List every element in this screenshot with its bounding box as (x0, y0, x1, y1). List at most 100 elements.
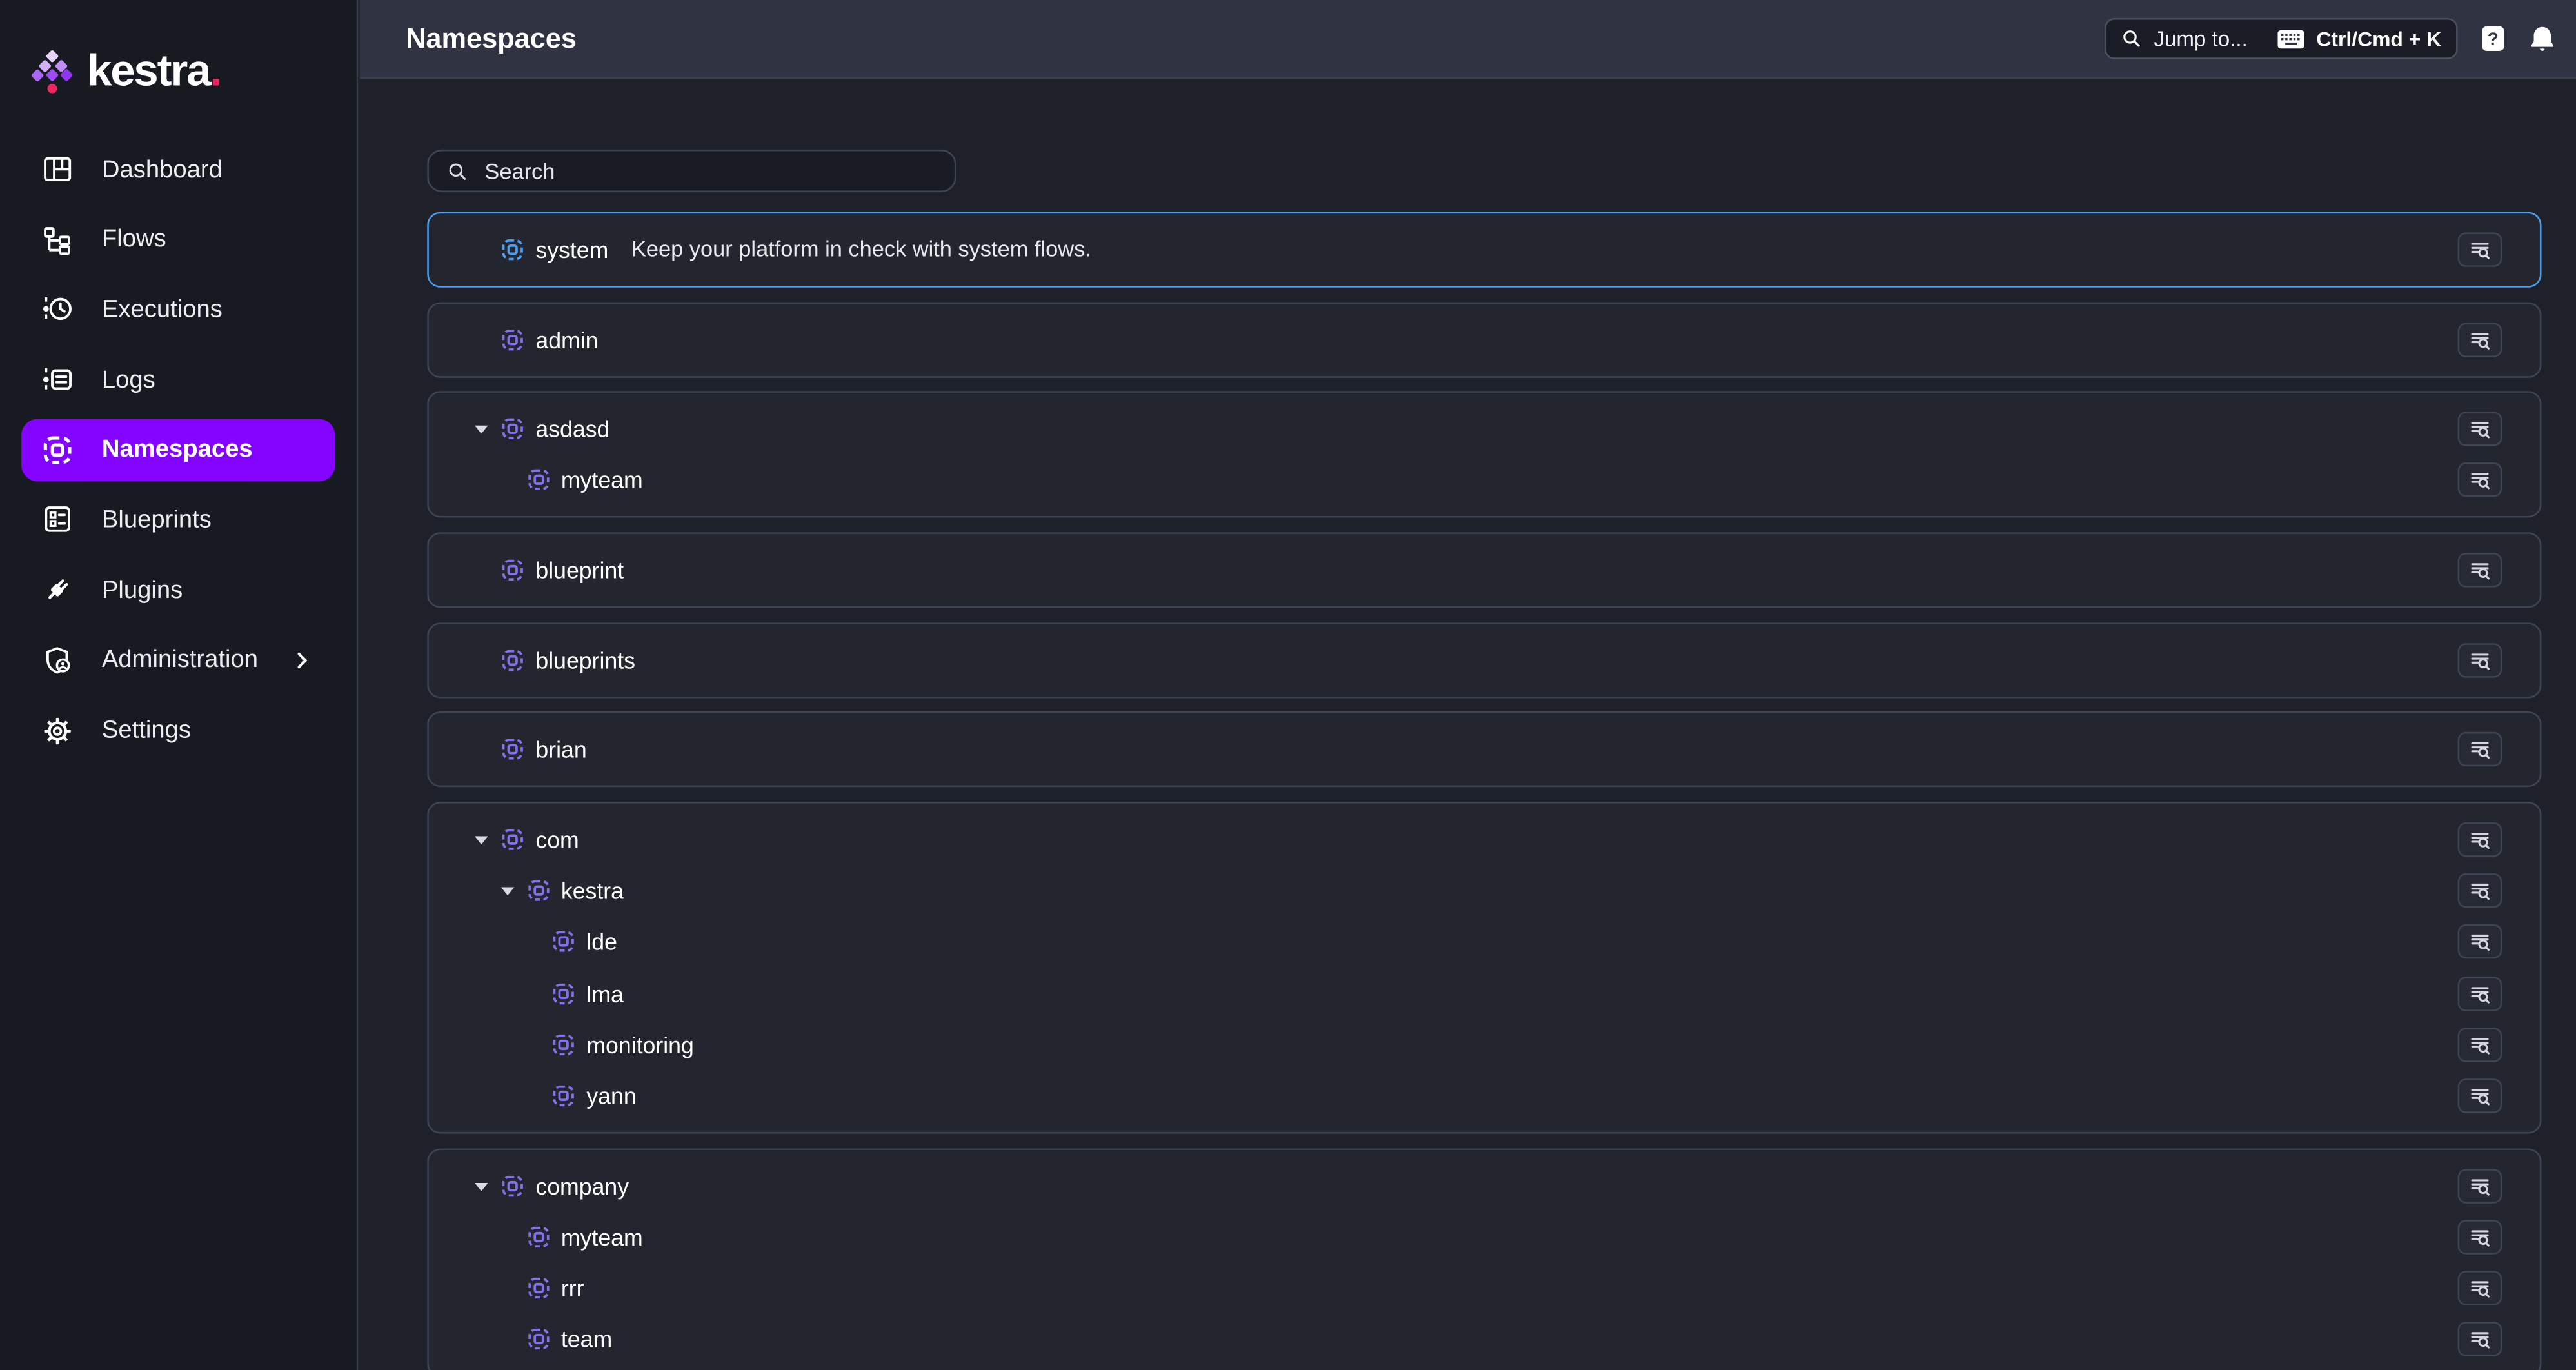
page-title: Namespaces (406, 22, 577, 55)
bell-icon[interactable] (2528, 25, 2556, 52)
namespace-label: kestra (561, 878, 624, 904)
collapse-caret-icon[interactable] (475, 837, 488, 845)
sidebar-item-blueprints[interactable]: Blueprints (21, 489, 335, 551)
namespace-row-blueprints[interactable]: blueprints (429, 635, 2540, 686)
sidebar-item-namespaces[interactable]: Namespaces (21, 419, 335, 481)
namespace-icon (501, 559, 524, 582)
namespace-row-admin[interactable]: admin (429, 314, 2540, 365)
namespace-label: monitoring (586, 1031, 694, 1058)
namespace-flows-button[interactable] (2458, 232, 2502, 266)
help-icon[interactable] (2479, 25, 2507, 52)
namespace-row-lma[interactable]: lma (429, 968, 2540, 1018)
topbar: Namespaces Jump to... Ctrl/Cmd + K (360, 0, 2576, 79)
namespace-flows-button[interactable] (2458, 643, 2502, 677)
namespace-row-brian[interactable]: brian (429, 724, 2540, 775)
namespace-flows-button[interactable] (2458, 412, 2502, 446)
flow-search-icon (2469, 931, 2490, 953)
namespace-card: blueprint (427, 533, 2541, 608)
namespace-label: brian (535, 737, 586, 763)
collapse-caret-icon[interactable] (475, 1182, 488, 1191)
collapse-caret-icon[interactable] (475, 426, 488, 434)
namespace-flows-button[interactable] (2458, 1220, 2502, 1254)
namespace-label: team (561, 1326, 612, 1353)
search-input[interactable] (481, 157, 936, 184)
namespace-row-yann[interactable]: yann (429, 1070, 2540, 1121)
namespace-label: blueprint (535, 557, 624, 584)
sidebar-item-label: Plugins (102, 576, 183, 604)
namespace-flows-button[interactable] (2458, 925, 2502, 959)
kestra-logo-mark-icon (30, 46, 75, 95)
jump-to-search[interactable]: Jump to... Ctrl/Cmd + K (2105, 18, 2458, 59)
namespace-row-com[interactable]: com (429, 814, 2540, 865)
sidebar-item-label: Logs (102, 366, 155, 393)
namespace-label: myteam (561, 468, 643, 494)
sidebar-item-administration[interactable]: Administration (21, 629, 335, 691)
namespace-row-myteam[interactable]: myteam (429, 1211, 2540, 1262)
namespace-icon (526, 880, 550, 903)
namespace-row-myteam[interactable]: myteam (429, 455, 2540, 506)
kestra-logo[interactable]: kestra. (30, 46, 357, 95)
namespace-row-lde[interactable]: lde (429, 917, 2540, 968)
plugins-icon (41, 573, 74, 606)
namespace-row-monitoring[interactable]: monitoring (429, 1019, 2540, 1070)
collapse-caret-icon[interactable] (500, 888, 513, 896)
sidebar-item-settings[interactable]: Settings (21, 699, 335, 762)
namespace-flows-button[interactable] (2458, 976, 2502, 1010)
namespace-flows-button[interactable] (2458, 1271, 2502, 1305)
namespace-card: brian (427, 712, 2541, 788)
flow-search-icon (2469, 1086, 2490, 1107)
namespace-label: company (535, 1173, 629, 1199)
namespace-row-system[interactable]: system Keep your platform in check with s… (429, 224, 2540, 275)
settings-icon (41, 714, 74, 747)
dashboard-icon (41, 153, 74, 186)
namespace-flows-button[interactable] (2458, 1078, 2502, 1113)
namespace-flows-button[interactable] (2458, 463, 2502, 497)
namespace-card: company myteam rrr team (427, 1148, 2541, 1370)
flow-search-icon (2469, 1226, 2490, 1247)
namespace-label: lde (586, 929, 617, 955)
namespace-flows-button[interactable] (2458, 323, 2502, 357)
jump-to-placeholder: Jump to... (2154, 26, 2265, 51)
namespace-row-blueprint[interactable]: blueprint (429, 545, 2540, 596)
flow-search-icon (2469, 329, 2490, 350)
jump-to-shortcut: Ctrl/Cmd + K (2316, 27, 2441, 50)
namespace-row-rrr[interactable]: rrr (429, 1262, 2540, 1313)
search-icon (2121, 28, 2142, 49)
sidebar-item-dashboard[interactable]: Dashboard (21, 138, 335, 201)
namespace-label: asdasd (535, 416, 609, 442)
flow-search-icon (2469, 650, 2490, 671)
sidebar-item-label: Dashboard (102, 155, 223, 183)
namespace-flows-button[interactable] (2458, 1169, 2502, 1203)
sidebar-item-flows[interactable]: Flows (21, 208, 335, 271)
namespace-flows-button[interactable] (2458, 1322, 2502, 1356)
flow-search-icon (2469, 829, 2490, 850)
logs-icon (41, 363, 74, 396)
namespace-flows-button[interactable] (2458, 822, 2502, 857)
flow-search-icon (2469, 1175, 2490, 1196)
namespace-flows-button[interactable] (2458, 553, 2502, 587)
sidebar-item-label: Flows (102, 225, 166, 253)
namespace-label: system (535, 237, 608, 263)
namespace-icon (501, 739, 524, 762)
namespace-description: Keep your platform in check with system … (631, 237, 1091, 262)
sidebar-item-label: Administration (102, 646, 258, 674)
namespace-flows-button[interactable] (2458, 733, 2502, 767)
namespace-flows-button[interactable] (2458, 1028, 2502, 1062)
flow-search-icon (2469, 470, 2490, 491)
namespace-row-team[interactable]: team (429, 1314, 2540, 1365)
namespace-flows-button[interactable] (2458, 874, 2502, 908)
sidebar-item-plugins[interactable]: Plugins (21, 559, 335, 621)
namespace-row-company[interactable]: company (429, 1160, 2540, 1211)
keyboard-icon (2277, 29, 2304, 49)
namespace-row-asdasd[interactable]: asdasd (429, 404, 2540, 455)
namespace-card: asdasd myteam (427, 392, 2541, 519)
sidebar-item-executions[interactable]: Executions (21, 278, 335, 341)
sidebar-item-label: Executions (102, 295, 223, 323)
namespace-icon (501, 328, 524, 352)
sidebar-item-logs[interactable]: Logs (21, 348, 335, 411)
namespace-label: rrr (561, 1275, 584, 1302)
namespace-search (427, 150, 956, 192)
namespace-icon (501, 1174, 524, 1197)
namespace-row-kestra[interactable]: kestra (429, 866, 2540, 917)
namespace-label: yann (586, 1083, 636, 1109)
